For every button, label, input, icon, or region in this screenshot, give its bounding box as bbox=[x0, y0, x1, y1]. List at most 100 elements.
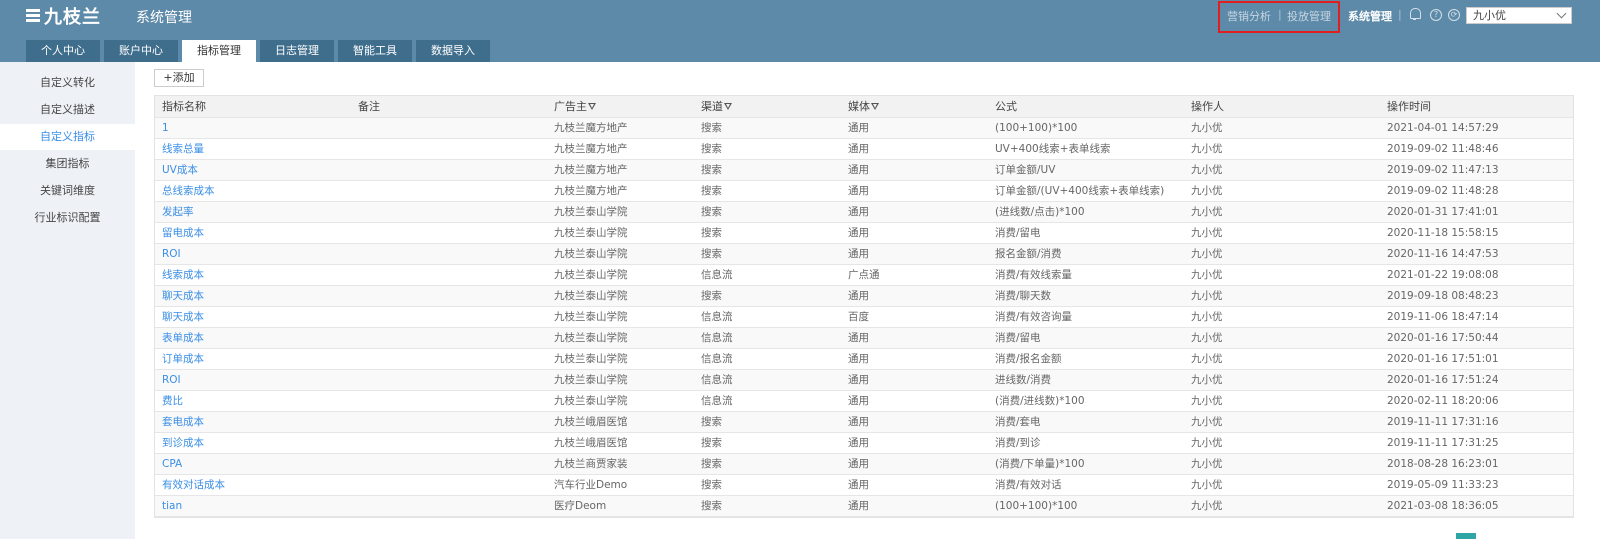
cell-media: 通用 bbox=[848, 206, 869, 218]
tab-account-center[interactable]: 账户中心 bbox=[104, 40, 178, 62]
cell-operation-time: 2020-01-16 17:51:01 bbox=[1387, 353, 1499, 365]
cell-metric-name[interactable]: 聊天成本 bbox=[162, 307, 352, 327]
metric-table: 指标名称 备注 广告主 渠道 媒体 公式 操作人 操作时间 1 九枝兰魔方地产 搜索… bbox=[154, 95, 1574, 518]
cell-metric-name[interactable]: 订单成本 bbox=[162, 349, 352, 369]
cell-metric-name[interactable]: 线索成本 bbox=[162, 265, 352, 285]
cell-metric-name[interactable]: 总线索成本 bbox=[162, 181, 352, 201]
cell-metric-name[interactable]: tian bbox=[162, 496, 352, 516]
sidebar-item-industry-tag-config[interactable]: 行业标识配置 bbox=[0, 205, 135, 231]
corner-widget[interactable] bbox=[1456, 533, 1476, 539]
cell-media: 通用 bbox=[848, 416, 869, 428]
cell-remark bbox=[358, 391, 548, 411]
cell-channel: 信息流 bbox=[701, 332, 733, 344]
tab-log-management[interactable]: 日志管理 bbox=[260, 40, 334, 62]
cell-operation-time: 2019-09-18 08:48:23 bbox=[1387, 290, 1499, 302]
tab-smart-tools[interactable]: 智能工具 bbox=[338, 40, 412, 62]
cell-channel: 搜索 bbox=[701, 416, 722, 428]
sidebar: 自定义转化 自定义描述 自定义指标 集团指标 关键词维度 行业标识配置 bbox=[0, 62, 135, 539]
column-header-media[interactable]: 媒体 bbox=[848, 96, 988, 117]
sidebar-item-custom-conversion[interactable]: 自定义转化 bbox=[0, 70, 135, 96]
column-header-metric-name: 指标名称 bbox=[162, 100, 206, 113]
cell-metric-name[interactable]: 线索总量 bbox=[162, 139, 352, 159]
cell-operator: 九小优 bbox=[1191, 248, 1223, 260]
sidebar-item-custom-description[interactable]: 自定义描述 bbox=[0, 97, 135, 123]
cell-metric-name[interactable]: 费比 bbox=[162, 391, 352, 411]
cell-remark bbox=[358, 244, 548, 264]
cell-metric-name[interactable]: ROI bbox=[162, 244, 352, 264]
cell-operation-time: 2019-11-11 17:31:25 bbox=[1387, 437, 1499, 449]
cell-channel: 搜索 bbox=[701, 206, 722, 218]
cell-formula: (进线数/点击)*100 bbox=[995, 206, 1085, 218]
add-button[interactable]: +添加 bbox=[154, 69, 204, 87]
cell-remark bbox=[358, 265, 548, 285]
nav-separator: | bbox=[1278, 8, 1282, 21]
cell-metric-name[interactable]: ROI bbox=[162, 370, 352, 390]
cell-operation-time: 2018-08-28 16:23:01 bbox=[1387, 458, 1499, 470]
cell-advertiser: 九枝兰泰山学院 bbox=[554, 311, 628, 323]
user-name: 九小优 bbox=[1473, 9, 1506, 22]
nav-link-system-management[interactable]: 系统管理 bbox=[1348, 8, 1392, 24]
cell-remark bbox=[358, 286, 548, 306]
cell-media: 通用 bbox=[848, 227, 869, 239]
cell-metric-name[interactable]: 到诊成本 bbox=[162, 433, 352, 453]
cell-channel: 搜索 bbox=[701, 227, 722, 239]
cell-metric-name[interactable]: 发起率 bbox=[162, 202, 352, 222]
filter-icon[interactable] bbox=[724, 103, 732, 111]
cell-metric-name[interactable]: 1 bbox=[162, 118, 352, 138]
sidebar-item-group-metric[interactable]: 集团指标 bbox=[0, 151, 135, 177]
cell-channel: 信息流 bbox=[701, 311, 733, 323]
chevron-down-icon bbox=[1556, 8, 1567, 19]
cell-metric-name[interactable]: CPA bbox=[162, 454, 352, 474]
cell-advertiser: 九枝兰商贾家装 bbox=[554, 458, 628, 470]
app-header: 九枝兰 系统管理 营销分析 | 投放管理 系统管理 | ? ⟳ 九小优 个人中心… bbox=[0, 0, 1600, 62]
cell-media: 通用 bbox=[848, 395, 869, 407]
cell-channel: 搜索 bbox=[701, 500, 722, 512]
tab-personal-center[interactable]: 个人中心 bbox=[26, 40, 100, 62]
cell-operator: 九小优 bbox=[1191, 227, 1223, 239]
help-icon[interactable]: ? bbox=[1430, 9, 1442, 21]
filter-icon[interactable] bbox=[588, 103, 596, 111]
cell-operation-time: 2020-02-11 18:20:06 bbox=[1387, 395, 1499, 407]
table-row: CPA 九枝兰商贾家装 搜索 通用 (消费/下单量)*100 九小优 2018-08-28 … bbox=[155, 454, 1573, 475]
cell-metric-name[interactable]: 聊天成本 bbox=[162, 286, 352, 306]
cell-advertiser: 九枝兰魔方地产 bbox=[554, 143, 628, 155]
user-select[interactable]: 九小优 bbox=[1466, 7, 1572, 24]
bell-icon[interactable] bbox=[1409, 8, 1421, 20]
cell-metric-name[interactable]: 有效对话成本 bbox=[162, 475, 352, 495]
sidebar-item-custom-metric[interactable]: 自定义指标 bbox=[0, 124, 135, 150]
logout-icon[interactable]: ⟳ bbox=[1448, 9, 1460, 21]
column-header-channel[interactable]: 渠道 bbox=[701, 96, 841, 117]
cell-formula: 消费/套电 bbox=[995, 416, 1041, 428]
cell-media: 通用 bbox=[848, 290, 869, 302]
cell-operation-time: 2019-09-02 11:47:13 bbox=[1387, 164, 1499, 176]
cell-advertiser: 九枝兰泰山学院 bbox=[554, 248, 628, 260]
table-row: ROI 九枝兰泰山学院 信息流 通用 进线数/消费 九小优 2020-01-16 17:51… bbox=[155, 370, 1573, 391]
filter-icon[interactable] bbox=[871, 103, 879, 111]
table-row: 订单成本 九枝兰泰山学院 信息流 通用 消费/报名金额 九小优 2020-01-16 17:… bbox=[155, 349, 1573, 370]
sidebar-item-keyword-dimension[interactable]: 关键词维度 bbox=[0, 178, 135, 204]
cell-formula: (100+100)*100 bbox=[995, 122, 1078, 134]
cell-formula: 消费/聊天数 bbox=[995, 290, 1052, 302]
cell-advertiser: 九枝兰魔方地产 bbox=[554, 164, 628, 176]
cell-channel: 搜索 bbox=[701, 437, 722, 449]
app-logo[interactable]: 九枝兰 bbox=[26, 5, 101, 28]
cell-formula: 报名金额/消费 bbox=[995, 248, 1062, 260]
cell-metric-name[interactable]: 表单成本 bbox=[162, 328, 352, 348]
page-title: 系统管理 bbox=[136, 10, 192, 26]
cell-formula: 消费/留电 bbox=[995, 227, 1041, 239]
nav-link-ad-management[interactable]: 投放管理 bbox=[1287, 8, 1331, 24]
tab-metric-management[interactable]: 指标管理 bbox=[182, 40, 256, 62]
table-row: 有效对话成本 汽车行业Demo 搜索 通用 消费/有效对话 九小优 2019-05-09 1… bbox=[155, 475, 1573, 496]
cell-formula: 订单金额/UV bbox=[995, 164, 1056, 176]
tab-data-import[interactable]: 数据导入 bbox=[416, 40, 490, 62]
cell-formula: 消费/有效对话 bbox=[995, 479, 1062, 491]
cell-metric-name[interactable]: UV成本 bbox=[162, 160, 352, 180]
cell-remark bbox=[358, 328, 548, 348]
cell-metric-name[interactable]: 留电成本 bbox=[162, 223, 352, 243]
cell-metric-name[interactable]: 套电成本 bbox=[162, 412, 352, 432]
cell-formula: (消费/进线数)*100 bbox=[995, 395, 1085, 407]
cell-operation-time: 2019-09-02 11:48:28 bbox=[1387, 185, 1499, 197]
cell-channel: 信息流 bbox=[701, 374, 733, 386]
nav-link-marketing-analysis[interactable]: 营销分析 bbox=[1227, 8, 1271, 24]
column-header-advertiser[interactable]: 广告主 bbox=[554, 96, 694, 117]
